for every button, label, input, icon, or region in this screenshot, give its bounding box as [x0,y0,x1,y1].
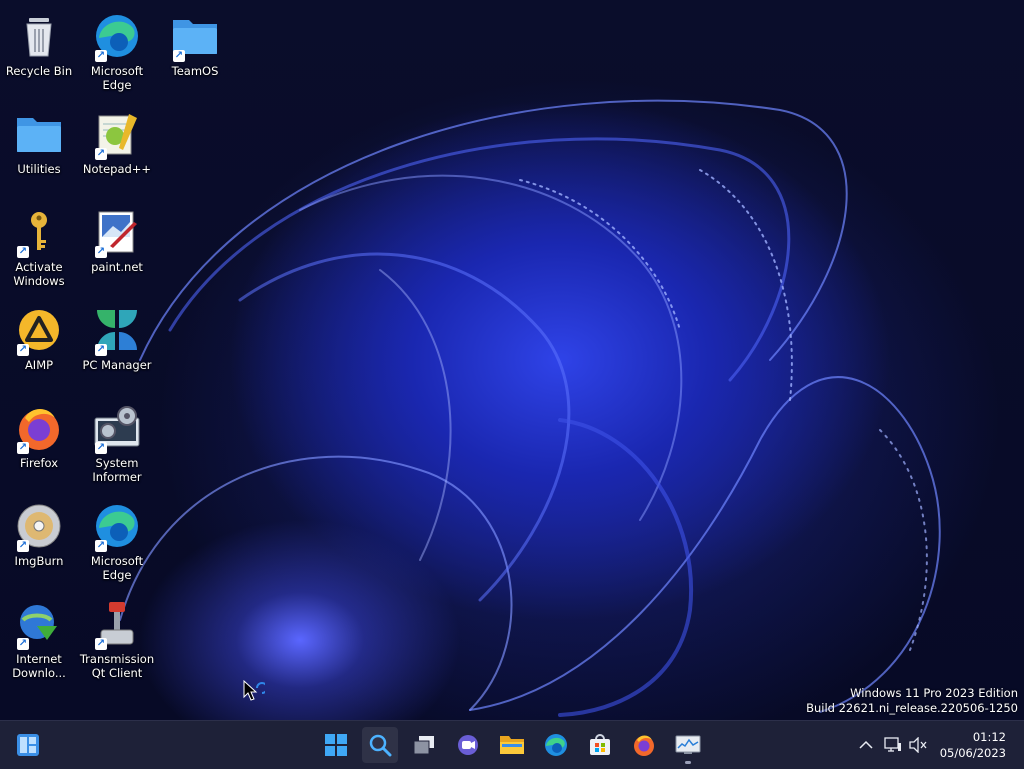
widgets-icon [17,734,39,756]
volume-muted-icon [909,737,927,753]
paint-net-icon: ↗ [93,208,141,258]
shortcut-arrow-icon: ↗ [95,50,107,62]
system-tray [856,721,930,769]
shortcut-arrow-icon: ↗ [17,540,29,552]
firefox-icon [634,735,654,756]
desktop-icon-firefox[interactable]: ↗ Firefox [0,398,78,494]
mouse-pointer-icon [243,679,268,706]
search-icon [369,734,392,757]
shortcut-arrow-icon: ↗ [95,246,107,258]
network-button[interactable] [880,730,906,760]
shortcut-arrow-icon: ↗ [95,344,107,356]
volume-button[interactable] [906,730,930,760]
edge-icon: ↗ [93,502,141,552]
desktop-icon-microsoft-edge-2[interactable]: ↗ Microsoft Edge [78,496,156,592]
aimp-icon: ↗ [15,306,63,356]
shortcut-arrow-icon: ↗ [17,638,29,650]
windows-edition-watermark: Windows 11 Pro 2023 Edition Build 22621.… [806,686,1018,716]
desktop-icon-label: Transmission Qt Client [79,652,155,680]
build-line: Build 22621.ni_release.220506-1250 [806,701,1018,715]
chat-button[interactable] [450,727,486,763]
desktop-icon-microsoft-edge[interactable]: ↗ Microsoft Edge [78,6,156,102]
clock-date: 05/06/2023 [939,746,1006,760]
transmission-icon: ↗ [93,600,141,650]
taskbar-clock[interactable]: 01:12 05/06/2023 [940,729,1006,761]
shortcut-arrow-icon: ↗ [95,638,107,650]
desktop-icon-aimp[interactable]: ↗ AIMP [0,300,78,396]
pc-manager-icon: ↗ [93,306,141,356]
system-informer-icon: ↗ [93,404,141,454]
desktop-icon-label: ImgBurn [14,554,64,568]
edge-icon: ↗ [93,12,141,62]
store-icon [590,734,610,755]
desktop-icon-label: TeamOS [171,64,219,78]
shortcut-arrow-icon: ↗ [95,148,107,160]
edition-line: Windows 11 Pro 2023 Edition [850,686,1018,700]
desktop-icon-label: Firefox [19,456,59,470]
shortcut-arrow-icon: ↗ [173,50,185,62]
desktop-icon-imgburn[interactable]: ↗ ImgBurn [0,496,78,592]
desktop-icon-label: System Informer [92,456,142,484]
edge-taskbar-button[interactable] [538,727,574,763]
folder-icon [15,110,63,158]
clock-time: 01:12 [972,730,1006,744]
task-view-button[interactable] [406,727,442,763]
desktop-icon-label: Microsoft Edge [90,554,144,582]
desktop-icon-recycle-bin[interactable]: Recycle Bin [0,6,78,102]
store-button[interactable] [582,727,618,763]
chat-icon [458,735,478,755]
desktop-icon-label: Recycle Bin [5,64,73,78]
chevron-up-icon [859,740,873,749]
desktop-icon-transmission[interactable]: ↗ Transmission Qt Client [78,594,156,690]
shortcut-arrow-icon: ↗ [17,344,29,356]
desktop-icon-teamos[interactable]: ↗ TeamOS [156,6,234,102]
network-icon [884,737,901,752]
firefox-taskbar-button[interactable] [626,727,662,763]
task-view-icon [413,736,434,755]
imgburn-icon: ↗ [15,502,63,552]
desktop-icon-internet-download-manager[interactable]: ↗ Internet Downlo... [0,594,78,690]
desktop-icon-system-informer[interactable]: ↗ System Informer [78,398,156,494]
file-explorer-icon [500,736,524,754]
desktop-icon-label: Internet Downlo... [12,652,66,680]
desktop-icon-label: AIMP [24,358,54,372]
edge-icon [545,734,567,756]
running-indicator [685,761,691,764]
desktop-icon-label: Notepad++ [82,162,152,176]
shortcut-arrow-icon: ↗ [17,442,29,454]
key-icon: ↗ [15,208,63,258]
desktop-icon-utilities[interactable]: Utilities [0,104,78,200]
firefox-icon: ↗ [15,404,63,454]
show-hidden-icons-button[interactable] [856,730,876,760]
desktop-icon-pc-manager[interactable]: ↗ PC Manager [78,300,156,396]
shortcut-arrow-icon: ↗ [95,540,107,552]
resource-monitor-button[interactable] [670,727,706,764]
desktop-icon-label: paint.net [91,260,143,274]
taskbar: 01:12 05/06/2023 [0,720,1024,769]
search-button[interactable] [362,727,398,763]
shortcut-arrow-icon: ↗ [95,442,107,454]
internet-download-manager-icon: ↗ [15,600,63,650]
recycle-bin-icon [15,12,63,60]
desktop-icon-activate-windows[interactable]: ↗ Activate Windows [0,202,78,298]
start-icon [325,734,347,756]
desktop-icon-paint-net[interactable]: ↗ paint.net [78,202,156,298]
desktop-icon-label: PC Manager [82,358,152,372]
desktop-icon-notepad-plus-plus[interactable]: ↗ Notepad++ [78,104,156,200]
desktop-icon-label: Activate Windows [13,260,65,288]
notepad-plus-plus-icon: ↗ [93,110,141,160]
file-explorer-button[interactable] [494,727,530,763]
folder-icon: ↗ [171,12,219,62]
resource-monitor-icon [675,735,701,754]
shortcut-arrow-icon: ↗ [17,246,29,258]
desktop-icon-label: Utilities [17,162,61,176]
widgets-button[interactable] [10,727,46,763]
desktop-icon-label: Microsoft Edge [90,64,144,92]
start-button[interactable] [318,727,354,763]
